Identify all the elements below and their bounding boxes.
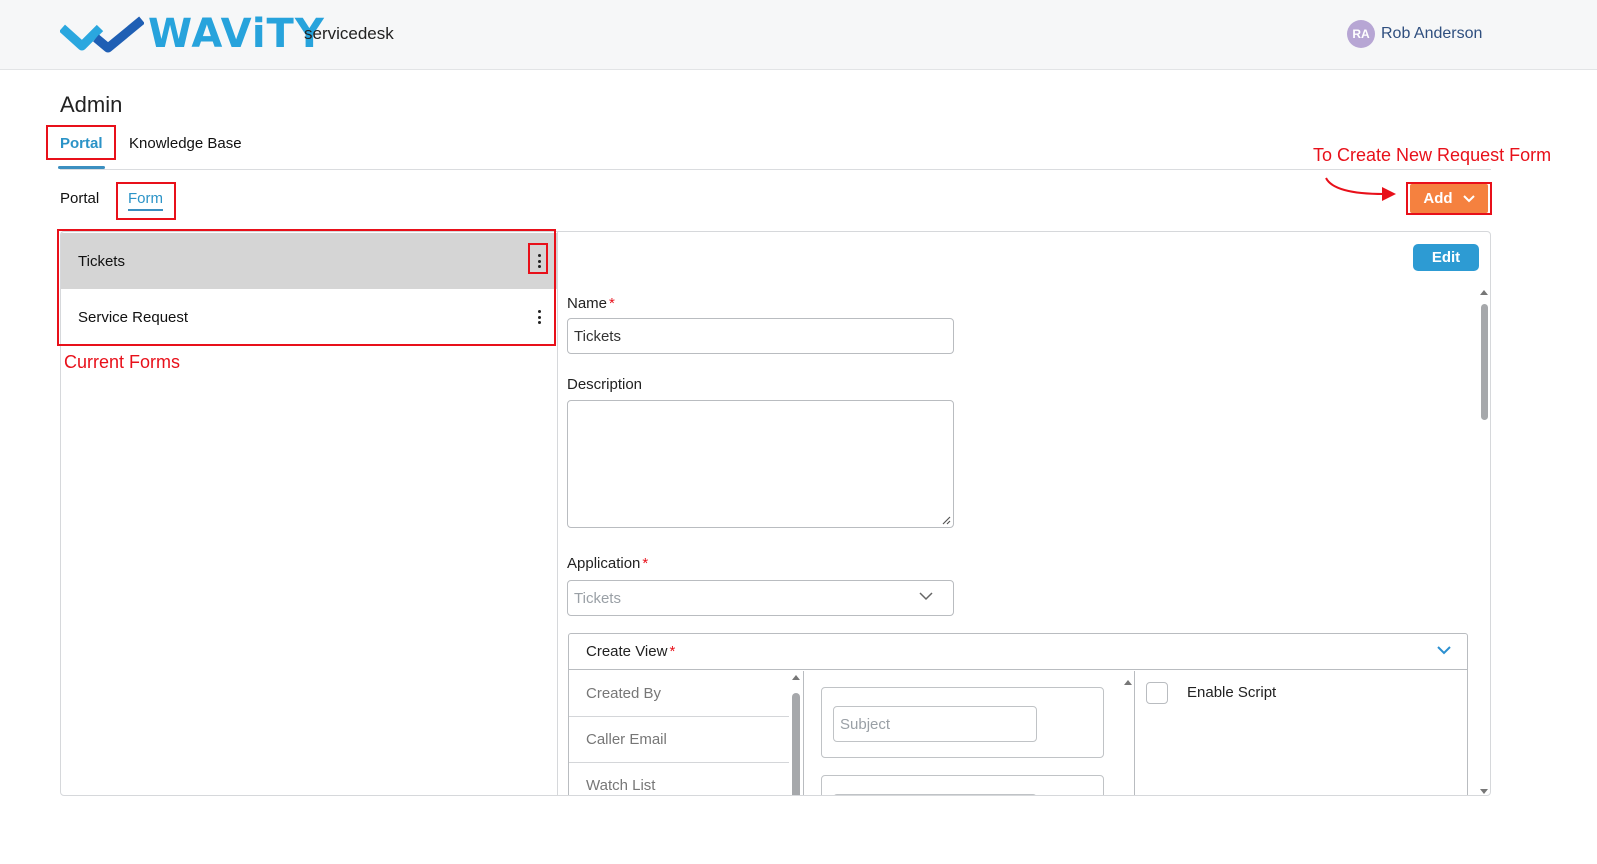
chevron-down-icon[interactable] [1437, 646, 1451, 655]
page-title: Admin [60, 92, 123, 117]
chevron-down-icon [919, 592, 933, 601]
placed-fields-scroll-up[interactable] [1124, 680, 1132, 685]
main-tabs: Portal Knowledge Base [58, 132, 1491, 170]
fields-scrollbar[interactable] [791, 675, 801, 795]
enable-script-label: Enable Script [1187, 684, 1277, 701]
product-name: servicedesk [304, 24, 394, 43]
subtab-form[interactable]: Form [128, 190, 163, 211]
placed-fields-area: Subject [805, 671, 1135, 795]
kebab-menu-icon[interactable] [534, 307, 544, 327]
subtab-portal[interactable]: Portal [60, 190, 99, 207]
wavity-logo[interactable]: WAViTY [60, 14, 325, 54]
annotation-create-new: To Create New Request Form [1313, 145, 1552, 165]
annotation-current-forms: Current Forms [64, 352, 181, 372]
application-select[interactable]: Tickets [567, 580, 954, 616]
arrow-right-icon [1325, 177, 1396, 201]
form-item-label: Service Request [78, 308, 189, 326]
chevron-down-icon [1462, 194, 1475, 202]
placed-field-input[interactable] [833, 794, 1037, 795]
form-editor-panel: Tickets Service Request Edit Name * Ticke… [60, 231, 1491, 796]
user-menu[interactable]: RA Rob Anderson [1347, 20, 1482, 48]
application-value: Tickets [574, 589, 621, 607]
kebab-menu-icon[interactable] [534, 251, 544, 271]
available-fields-list: Created By Caller Email Watch List [569, 671, 804, 795]
view-options: Enable Script [1136, 671, 1466, 795]
application-label: Application * [567, 555, 649, 572]
tab-portal[interactable]: Portal [58, 134, 105, 169]
add-button-label: Add [1423, 190, 1453, 207]
list-item-service-request[interactable]: Service Request [61, 289, 557, 345]
form-details: Edit Name * Tickets Description Applicati… [559, 232, 1490, 795]
list-item[interactable]: Created By [569, 671, 789, 717]
create-view-label: Create View * [586, 643, 676, 660]
name-field[interactable]: Tickets [567, 318, 954, 354]
placed-field-card[interactable]: Subject [821, 687, 1104, 758]
create-view-header[interactable]: Create View * [569, 634, 1467, 670]
logo-wordmark: WAViTY [148, 11, 325, 57]
placed-field-card[interactable] [821, 775, 1104, 795]
create-view-section: Create View * Created By Caller Email Wat… [568, 633, 1468, 795]
resize-handle-icon[interactable] [941, 515, 951, 525]
description-label: Description [567, 376, 643, 393]
description-field[interactable] [567, 400, 954, 528]
subject-field[interactable]: Subject [833, 706, 1037, 742]
list-item[interactable]: Watch List [569, 763, 789, 795]
edit-button[interactable]: Edit [1413, 244, 1479, 271]
form-item-label: Tickets [78, 252, 125, 270]
list-item-tickets[interactable]: Tickets [61, 233, 557, 289]
forms-list: Tickets Service Request [61, 232, 558, 795]
user-name: Rob Anderson [1381, 25, 1483, 42]
logo-checkmark-icon [60, 16, 144, 53]
details-scrollbar[interactable] [1479, 290, 1489, 794]
tab-knowledge-base[interactable]: Knowledge Base [129, 134, 242, 168]
enable-script-checkbox[interactable] [1146, 682, 1168, 704]
avatar: RA [1347, 20, 1375, 48]
name-label: Name * [567, 295, 615, 312]
list-item[interactable]: Caller Email [569, 717, 789, 763]
top-bar: WAViTY servicedesk RA Rob Anderson [0, 0, 1597, 70]
add-button[interactable]: Add [1410, 184, 1488, 213]
